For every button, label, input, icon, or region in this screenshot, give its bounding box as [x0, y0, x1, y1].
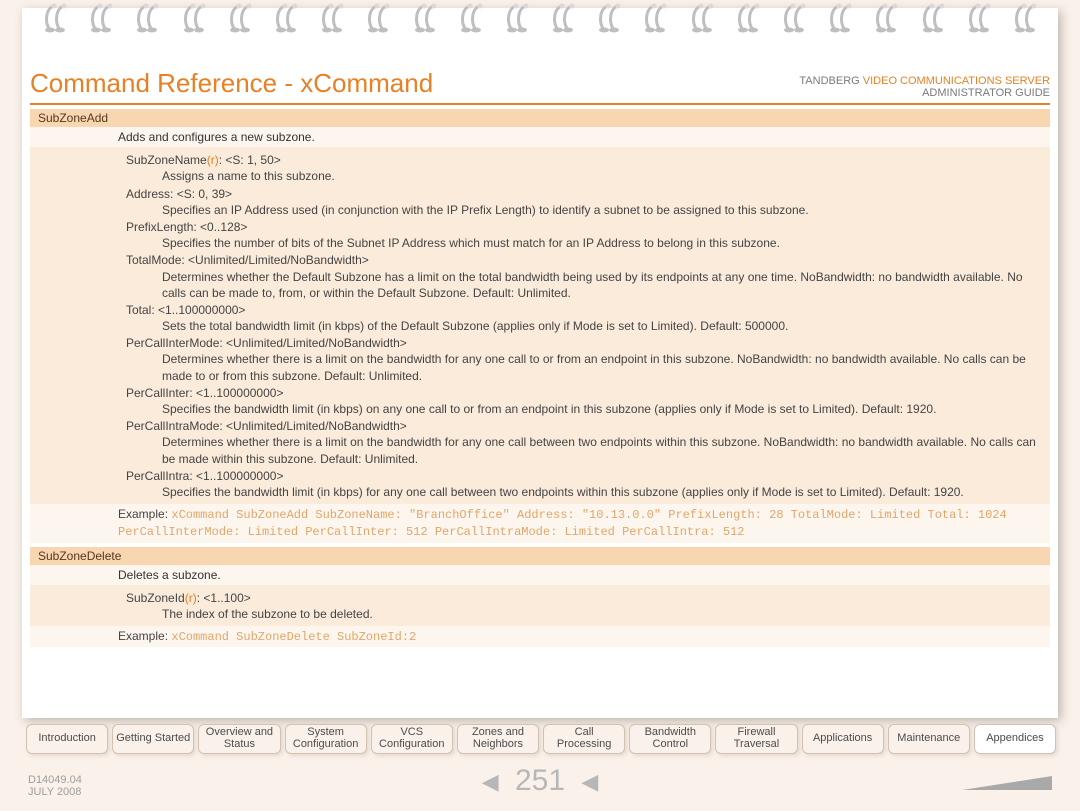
tab-label: Maintenance	[897, 733, 960, 745]
page-content: Command Reference - xCommand TANDBERG VI…	[30, 68, 1050, 712]
nav-tab[interactable]: VCSConfiguration	[371, 724, 453, 754]
command-name: SubZoneDelete	[30, 547, 1050, 565]
brand-block: TANDBERG VIDEO COMMUNICATIONS SERVER ADM…	[799, 75, 1050, 99]
command-example: Example: xCommand SubZoneDelete SubZoneI…	[30, 626, 1050, 647]
tab-label: Getting Started	[116, 733, 190, 745]
parameter: PerCallInterMode: <Unlimited/Limited/NoB…	[126, 335, 1042, 384]
required-marker: (r)	[185, 591, 197, 605]
example-label: Example:	[118, 507, 168, 521]
parameter: Address: <S: 0, 39>Specifies an IP Addre…	[126, 186, 1042, 218]
parameter-description: Assigns a name to this subzone.	[126, 168, 1042, 184]
parameter-signature: SubZoneName(r): <S: 1, 50>	[126, 152, 1042, 168]
parameter: Total: <1..100000000>Sets the total band…	[126, 302, 1042, 334]
parameter-signature: PerCallIntra: <1..100000000>	[126, 468, 1042, 484]
command-description: Adds and configures a new subzone.	[30, 127, 1050, 147]
parameter-list: SubZoneName(r): <S: 1, 50>Assigns a name…	[30, 147, 1050, 504]
parameter-signature: SubZoneId(r): <1..100>	[126, 590, 1042, 606]
document-page: Command Reference - xCommand TANDBERG VI…	[22, 8, 1058, 718]
command-description: Deletes a subzone.	[30, 565, 1050, 585]
parameter-description: Specifies the bandwidth limit (in kbps) …	[126, 484, 1042, 500]
page-number-block: ◀ 251 ◀	[0, 764, 1080, 798]
nav-tab[interactable]: FirewallTraversal	[715, 724, 797, 754]
command-name: SubZoneAdd	[30, 109, 1050, 127]
parameter-description: The index of the subzone to be deleted.	[126, 606, 1042, 622]
parameter: PerCallInter: <1..100000000>Specifies th…	[126, 385, 1042, 417]
parameter-description: Determines whether the Default Subzone h…	[126, 269, 1042, 301]
parameter-signature: PerCallInter: <1..100000000>	[126, 385, 1042, 401]
example-code: xCommand SubZoneDelete SubZoneId:2	[171, 630, 416, 644]
tab-label: Appendices	[986, 733, 1044, 745]
nav-tab[interactable]: BandwidthControl	[629, 724, 711, 754]
brand-subtitle: ADMINISTRATOR GUIDE	[799, 87, 1050, 99]
parameter: PerCallIntra: <1..100000000>Specifies th…	[126, 468, 1042, 500]
parameter-description: Determines whether there is a limit on t…	[126, 434, 1042, 466]
parameter: SubZoneId(r): <1..100>The index of the s…	[126, 590, 1042, 622]
nav-tab[interactable]: CallProcessing	[543, 724, 625, 754]
parameter-signature: PerCallInterMode: <Unlimited/Limited/NoB…	[126, 335, 1042, 351]
parameter-description: Specifies the bandwidth limit (in kbps) …	[126, 401, 1042, 417]
tab-label-2: Processing	[557, 739, 611, 751]
nav-tab[interactable]: Getting Started	[112, 724, 194, 754]
parameter-signature: PerCallIntraMode: <Unlimited/Limited/NoB…	[126, 418, 1042, 434]
parameter-signature: TotalMode: <Unlimited/Limited/NoBandwidt…	[126, 252, 1042, 268]
parameter-signature: PrefixLength: <0..128>	[126, 219, 1042, 235]
tab-label-2: Traversal	[734, 739, 779, 751]
parameter-description: Sets the total bandwidth limit (in kbps)…	[126, 318, 1042, 334]
nav-tab[interactable]: SystemConfiguration	[285, 724, 367, 754]
nav-tab[interactable]: Applications	[802, 724, 884, 754]
tab-label: Applications	[813, 733, 872, 745]
tab-label-2: Neighbors	[473, 739, 523, 751]
nav-tabs: Introduction Getting Started Overview andS…	[26, 724, 1056, 754]
parameter: PrefixLength: <0..128>Specifies the numb…	[126, 219, 1042, 251]
page-number: 251	[515, 764, 565, 797]
parameter-signature: Address: <S: 0, 39>	[126, 186, 1042, 202]
tab-label-2: Control	[653, 739, 688, 751]
page-header: Command Reference - xCommand TANDBERG VI…	[30, 68, 1050, 105]
example-code: xCommand SubZoneAdd SubZoneName: "Branch…	[118, 508, 1007, 539]
nav-tab[interactable]: Maintenance	[888, 724, 970, 754]
tab-label-2: Configuration	[379, 739, 444, 751]
nav-tab[interactable]: Overview andStatus	[198, 724, 280, 754]
prev-page-arrow-2[interactable]: ◀	[581, 769, 598, 794]
parameter: SubZoneName(r): <S: 1, 50>Assigns a name…	[126, 152, 1042, 184]
page-title: Command Reference - xCommand	[30, 68, 433, 99]
parameter: PerCallIntraMode: <Unlimited/Limited/NoB…	[126, 418, 1042, 467]
tab-label-2: Status	[224, 739, 255, 751]
brand-product: VIDEO COMMUNICATIONS SERVER	[863, 75, 1050, 87]
example-label: Example:	[118, 629, 168, 643]
parameter-signature: Total: <1..100000000>	[126, 302, 1042, 318]
tab-label-2: Configuration	[293, 739, 358, 751]
required-marker: (r)	[207, 153, 219, 167]
parameter-list: SubZoneId(r): <1..100>The index of the s…	[30, 585, 1050, 626]
command-block: SubZoneDeleteDeletes a subzone. SubZoneId…	[30, 547, 1050, 648]
brand-vendor: TANDBERG	[799, 75, 859, 87]
command-block: SubZoneAddAdds and configures a new subz…	[30, 109, 1050, 543]
command-list: SubZoneAddAdds and configures a new subz…	[30, 109, 1050, 647]
nav-tab[interactable]: Zones andNeighbors	[457, 724, 539, 754]
page-corner-widget[interactable]	[962, 776, 1052, 790]
command-example: Example: xCommand SubZoneAdd SubZoneName…	[30, 504, 1050, 542]
parameter-description: Determines whether there is a limit on t…	[126, 351, 1042, 383]
parameter: TotalMode: <Unlimited/Limited/NoBandwidt…	[126, 252, 1042, 301]
nav-tab[interactable]: Introduction	[26, 724, 108, 754]
prev-page-arrow[interactable]: ◀	[482, 769, 499, 794]
parameter-description: Specifies the number of bits of the Subn…	[126, 235, 1042, 251]
nav-tab[interactable]: Appendices	[974, 724, 1056, 754]
parameter-description: Specifies an IP Address used (in conjunc…	[126, 202, 1042, 218]
tab-label: Introduction	[38, 733, 95, 745]
